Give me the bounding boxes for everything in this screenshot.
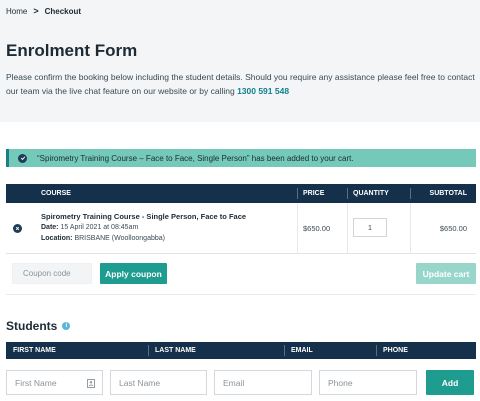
header-band: [0, 0, 480, 122]
quantity-input[interactable]: 1: [353, 218, 387, 237]
notice-message: “Spirometry Training Course – Face to Fa…: [37, 153, 354, 163]
column-divider: [347, 203, 348, 254]
item-price: $650.00: [303, 224, 331, 233]
students-table-header: FIRST NAME LAST NAME EMAIL PHONE: [6, 342, 476, 359]
phone-field[interactable]: Phone: [319, 370, 417, 395]
col-quantity-header: QUANTITY: [353, 190, 389, 197]
column-divider: [410, 203, 411, 254]
students-heading: Students i: [6, 319, 71, 333]
cart-item-row: Spirometry Training Course - Single Pers…: [6, 203, 476, 254]
header-divider: [376, 345, 377, 356]
breadcrumb-home-link[interactable]: Home: [6, 7, 27, 16]
first-name-placeholder: First Name: [15, 377, 57, 388]
col-course-header: COURSE: [41, 190, 71, 197]
first-name-field[interactable]: First Name: [6, 370, 103, 395]
page-title: Enrolment Form: [6, 41, 138, 60]
header-divider: [410, 188, 411, 199]
course-name: Spirometry Training Course - Single Pers…: [41, 212, 247, 221]
date-label: Date:: [41, 224, 59, 231]
col-first-name-header: FIRST NAME: [13, 347, 56, 354]
breadcrumb-current: Checkout: [44, 6, 82, 16]
header-divider: [297, 188, 298, 199]
coupon-code-input[interactable]: Coupon code: [12, 263, 92, 284]
course-date: Date: 15 April 2021 at 08:45am: [41, 224, 138, 231]
intro-text: Please confirm the booking below includi…: [6, 70, 476, 98]
apply-coupon-button[interactable]: Apply coupon: [100, 263, 167, 284]
col-price-header: PRICE: [303, 190, 325, 197]
cart-table-header: COURSE PRICE QUANTITY SUBTOTAL: [6, 184, 476, 203]
students-title: Students: [6, 319, 58, 333]
header-divider: [347, 188, 348, 199]
col-subtotal-header: SUBTOTAL: [429, 190, 467, 197]
col-phone-header: PHONE: [383, 347, 408, 354]
header-divider: [148, 345, 149, 356]
cart-notice: “Spirometry Training Course – Face to Fa…: [6, 149, 476, 167]
location-label: Location:: [41, 235, 73, 242]
last-name-field[interactable]: Last Name: [110, 370, 207, 395]
breadcrumb-separator: >: [33, 6, 39, 16]
breadcrumb: Home > Checkout: [6, 6, 81, 16]
location-value: BRISBANE (Woolloongabba): [74, 235, 165, 242]
course-location: Location: BRISBANE (Woolloongabba): [41, 235, 165, 242]
phone-link[interactable]: 1300 591 548: [237, 86, 289, 96]
check-circle-icon: [18, 153, 27, 163]
header-divider: [284, 345, 285, 356]
email-field[interactable]: Email: [214, 370, 312, 395]
add-student-button[interactable]: Add: [426, 370, 474, 395]
remove-item-icon[interactable]: [13, 224, 22, 233]
update-cart-button[interactable]: Update cart: [416, 263, 476, 284]
col-last-name-header: LAST NAME: [155, 347, 196, 354]
info-icon[interactable]: i: [62, 322, 71, 330]
contact-card-icon: [87, 379, 95, 388]
item-subtotal: $650.00: [439, 224, 467, 233]
col-email-header: EMAIL: [291, 347, 313, 354]
divider: [6, 294, 476, 295]
column-divider: [297, 203, 298, 254]
date-value: 15 April 2021 at 08:45am: [60, 224, 139, 231]
